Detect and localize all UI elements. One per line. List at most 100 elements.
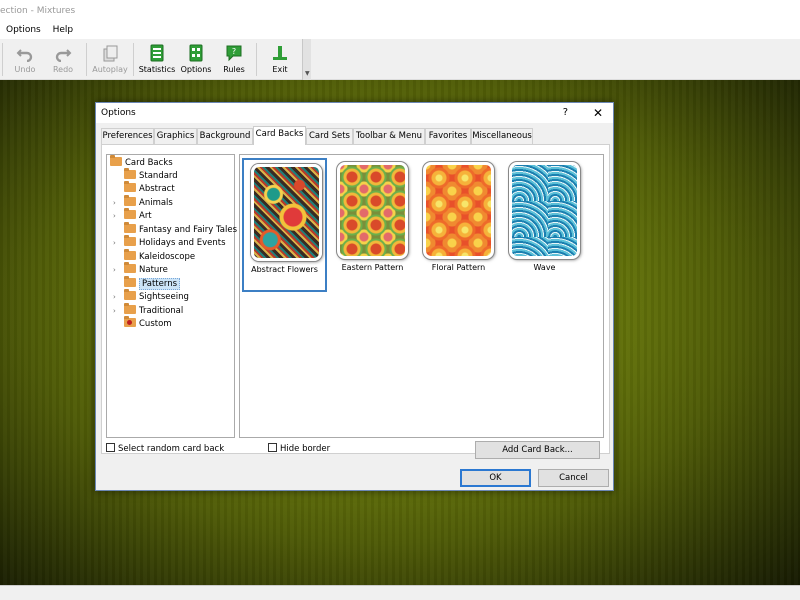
tree-item-fantasy[interactable]: Fantasy and Fairy Tales	[124, 222, 237, 237]
folder-icon	[124, 303, 136, 314]
tree-item-animals[interactable]: › Animals	[113, 195, 173, 210]
folder-icon	[124, 276, 136, 287]
folder-icon	[124, 262, 136, 273]
expand-chevron-icon[interactable]: ›	[113, 291, 116, 304]
folder-icon	[124, 249, 136, 260]
exit-icon	[273, 46, 287, 60]
card-back-wave[interactable]: Wave	[502, 158, 587, 292]
options-dialog: Options ? ✕ Preferences Graphics Backgro…	[95, 102, 614, 491]
rules-label: Rules	[223, 65, 245, 74]
tab-graphics[interactable]: Graphics	[154, 128, 197, 144]
options-icon	[189, 44, 203, 62]
card-label: Abstract Flowers	[251, 265, 318, 274]
tree-item-holidays[interactable]: › Holidays and Events	[113, 235, 226, 250]
options-button[interactable]: Options	[178, 42, 214, 78]
cancel-button[interactable]: Cancel	[538, 469, 609, 487]
abstract-flowers-thumbnail	[251, 164, 322, 261]
toolbar-separator	[133, 43, 134, 76]
folder-icon	[124, 168, 136, 179]
tree-item-kaleidoscope[interactable]: Kaleidoscope	[124, 249, 195, 264]
redo-label: Redo	[52, 65, 74, 74]
redo-icon	[55, 49, 72, 62]
tree-item-patterns[interactable]: Patterns	[124, 276, 181, 291]
tab-card-backs[interactable]: Card Backs	[253, 126, 306, 145]
card-label: Floral Pattern	[431, 263, 486, 272]
card-back-floral-pattern[interactable]: Floral Pattern	[416, 158, 501, 292]
redo-button[interactable]: Redo	[46, 42, 80, 78]
tab-toolbar-menu[interactable]: Toolbar & Menu	[353, 128, 425, 144]
hide-border-checkbox[interactable]: Hide border	[268, 443, 330, 455]
card-back-abstract-flowers[interactable]: Abstract Flowers	[242, 158, 327, 292]
card-label: Wave	[533, 263, 556, 272]
rules-icon: ?	[226, 45, 242, 62]
tree-item-nature[interactable]: › Nature	[113, 262, 168, 277]
tree-item-standard[interactable]: Standard	[124, 168, 178, 183]
expand-chevron-icon[interactable]: ›	[113, 197, 116, 210]
custom-folder-icon	[124, 316, 136, 327]
category-tree[interactable]: Card Backs Standard Abstract › Animals ›…	[106, 154, 237, 438]
autoplay-icon	[103, 45, 118, 62]
wave-thumbnail	[509, 162, 580, 259]
toolbar-separator	[2, 43, 3, 76]
random-card-back-label: Select random card back	[118, 444, 225, 454]
exit-label: Exit	[272, 65, 288, 74]
expand-chevron-icon[interactable]: ›	[113, 210, 116, 223]
undo-label: Undo	[14, 65, 36, 74]
menu-help[interactable]: Help	[53, 25, 74, 35]
folder-icon	[124, 195, 136, 206]
folder-icon	[124, 235, 136, 246]
folder-icon	[124, 208, 136, 219]
tree-item-abstract[interactable]: Abstract	[124, 181, 175, 196]
tree-item-custom[interactable]: Custom	[124, 316, 172, 331]
svg-text:?: ?	[232, 47, 236, 56]
autoplay-label: Autoplay	[92, 65, 128, 74]
exit-button[interactable]: Exit	[262, 42, 298, 78]
toolbar-separator	[86, 43, 87, 76]
expand-chevron-icon[interactable]: ›	[113, 264, 116, 277]
window-title: ection - Mixtures	[0, 0, 800, 22]
toolbar-overflow-grip[interactable]: ▼	[302, 39, 311, 80]
card-back-eastern-pattern[interactable]: Eastern Pattern	[330, 158, 415, 292]
options-label: Options	[180, 65, 212, 74]
folder-icon	[124, 289, 136, 300]
status-bar	[0, 585, 800, 600]
folder-open-icon	[110, 155, 122, 166]
tab-miscellaneous[interactable]: Miscellaneous	[471, 128, 533, 144]
tab-favorites[interactable]: Favorites	[425, 128, 471, 144]
undo-button[interactable]: Undo	[8, 42, 42, 78]
expand-chevron-icon[interactable]: ›	[113, 237, 116, 250]
folder-icon	[124, 181, 136, 192]
tree-item-sightseeing[interactable]: › Sightseeing	[113, 289, 189, 304]
toolbar-separator	[256, 43, 257, 76]
tab-preferences[interactable]: Preferences	[101, 128, 154, 144]
checkbox-box[interactable]	[268, 443, 277, 452]
dialog-title-bar[interactable]: Options ? ✕	[96, 103, 613, 123]
menu-options[interactable]: Options	[6, 25, 41, 35]
tree-root-card-backs[interactable]: Card Backs	[110, 155, 173, 170]
rules-button[interactable]: ? Rules	[218, 42, 250, 78]
checkbox-box[interactable]	[106, 443, 115, 452]
add-card-back-button[interactable]: Add Card Back...	[475, 441, 600, 459]
autoplay-button[interactable]: Autoplay	[91, 42, 129, 78]
toolbar: Undo Redo Autoplay Statistics Options ? …	[0, 39, 800, 80]
expand-chevron-icon[interactable]: ›	[113, 305, 116, 318]
tree-item-traditional[interactable]: › Traditional	[113, 303, 183, 318]
menu-bar: Options Help	[0, 22, 800, 39]
help-button[interactable]: ?	[563, 103, 568, 123]
close-button[interactable]: ✕	[593, 103, 603, 123]
tab-card-sets[interactable]: Card Sets	[306, 128, 353, 144]
ok-button[interactable]: OK	[460, 469, 531, 487]
dialog-title: Options	[101, 108, 136, 118]
folder-icon	[124, 222, 136, 233]
hide-border-label: Hide border	[280, 444, 331, 454]
card-back-gallery: Abstract Flowers Eastern Pattern Floral …	[239, 154, 604, 438]
random-card-back-checkbox[interactable]: Select random card back	[106, 443, 224, 455]
statistics-button[interactable]: Statistics	[137, 42, 177, 78]
statistics-label: Statistics	[138, 65, 176, 74]
undo-icon	[16, 49, 33, 62]
chevron-down-icon: ▼	[305, 70, 310, 77]
card-label: Eastern Pattern	[341, 263, 404, 272]
tab-background[interactable]: Background	[197, 128, 253, 144]
card-backs-panel: Card Backs Standard Abstract › Animals ›…	[101, 144, 610, 454]
floral-pattern-thumbnail	[423, 162, 494, 259]
